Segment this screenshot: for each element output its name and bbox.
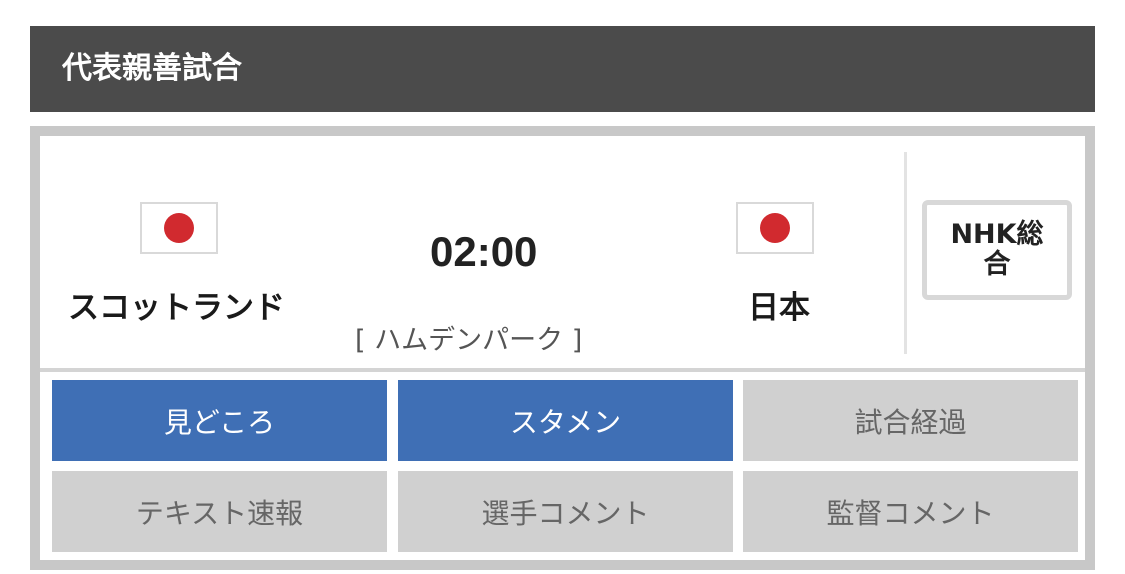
page-title: 代表親善試合 xyxy=(62,51,242,86)
tab-match-progress[interactable]: 試合経過 xyxy=(743,380,1078,461)
away-team-name: 日本 xyxy=(748,290,810,326)
tab-lineup[interactable]: スタメン xyxy=(398,380,733,461)
tab-label: スタメン xyxy=(509,405,622,439)
tab-label: 選手コメント xyxy=(481,496,650,530)
home-flag-icon xyxy=(140,202,218,254)
match-info: スコットランド 02:00 [ ハムデンパーク ] 日本 NHK総合 xyxy=(40,136,1085,370)
venue: [ ハムデンパーク ] xyxy=(355,325,583,356)
flag-disc xyxy=(760,213,790,243)
tab-manager-comments[interactable]: 監督コメント xyxy=(743,471,1078,552)
broadcast-channel-badge: NHK総合 xyxy=(922,200,1072,300)
match-card-inner: スコットランド 02:00 [ ハムデンパーク ] 日本 NHK総合 見どころ … xyxy=(40,136,1085,560)
tab-label: 監督コメント xyxy=(826,496,995,530)
page-title-bar: 代表親善試合 xyxy=(30,26,1095,112)
tab-label: テキスト速報 xyxy=(135,496,304,530)
away-flag-icon xyxy=(736,202,814,254)
tab-label: 見どころ xyxy=(163,405,276,439)
tab-label: 試合経過 xyxy=(854,405,967,439)
tab-player-comments[interactable]: 選手コメント xyxy=(398,471,733,552)
tab-highlights[interactable]: 見どころ xyxy=(52,380,387,461)
tab-text-live[interactable]: テキスト速報 xyxy=(52,471,387,552)
match-card: スコットランド 02:00 [ ハムデンパーク ] 日本 NHK総合 見どころ … xyxy=(30,126,1095,570)
kickoff-time: 02:00 xyxy=(430,228,538,275)
separator xyxy=(40,368,1085,372)
flag-disc xyxy=(164,213,194,243)
broadcast-channel-label: NHK総合 xyxy=(950,219,1044,280)
home-team-name: スコットランド xyxy=(68,290,285,326)
divider xyxy=(904,152,907,354)
match-tabs: 見どころ スタメン 試合経過 テキスト速報 選手コメント 監督コメント xyxy=(52,380,1078,552)
